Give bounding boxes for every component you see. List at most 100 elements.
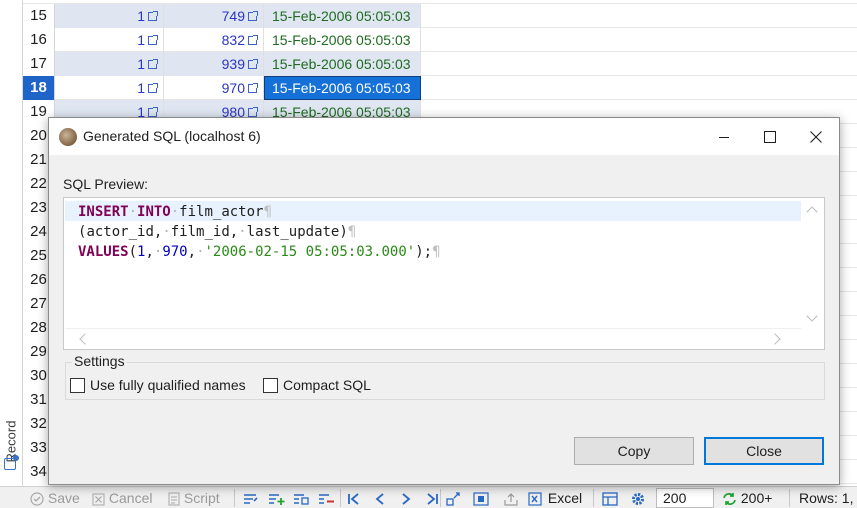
table-row[interactable]: 15 1 749 15-Feb-2006 05:05:03 (23, 4, 857, 28)
maximize-icon (764, 131, 776, 143)
fetch-more-button[interactable]: 200+ (722, 487, 772, 508)
open-reference-icon[interactable] (148, 83, 158, 93)
row-edit-tools (243, 487, 336, 508)
toolbar-divider (234, 489, 235, 507)
add-row-icon[interactable] (268, 492, 286, 506)
bottom-toolbar: Save Cancel Script Excel 200 200+ Rows: … (0, 486, 857, 508)
settings-label: Settings (72, 353, 127, 369)
last-row-icon[interactable] (425, 492, 439, 506)
dialog-titlebar[interactable]: Generated SQL (localhost 6) (49, 118, 839, 155)
sql-line: VALUES(1,·970,·'2006-02-15 05:05:03.000'… (78, 244, 441, 260)
edit-row-icon[interactable] (243, 492, 259, 506)
minimize-button[interactable] (701, 118, 747, 155)
close-icon (810, 131, 822, 143)
app-window: Record 15 1 749 15-Feb-2006 05:05:03 16 1 832 1… (0, 0, 857, 508)
minimize-icon (719, 137, 729, 138)
first-row-icon[interactable] (347, 492, 361, 506)
last-update-cell[interactable]: 15-Feb-2006 05:05:03 (264, 76, 421, 100)
record-side-panel: Record (0, 0, 23, 486)
scroll-down-icon[interactable] (806, 310, 818, 322)
save-label: Save (47, 490, 80, 506)
excel-icon (528, 492, 542, 506)
excel-label: Excel (547, 490, 583, 506)
scroll-up-icon[interactable] (806, 206, 818, 218)
checkbox-box[interactable] (70, 378, 85, 393)
open-reference-icon[interactable] (148, 35, 158, 45)
open-reference-icon[interactable] (248, 83, 258, 93)
row-number[interactable]: 15 (23, 4, 55, 28)
checkbox-box[interactable] (263, 378, 278, 393)
open-reference-icon[interactable] (248, 35, 258, 45)
film-id-cell[interactable]: 970 (164, 76, 264, 100)
horizontal-scrollbar[interactable] (65, 328, 801, 348)
fetch-more-label: 200+ (740, 490, 773, 506)
rows-count: Rows: 1, (799, 490, 854, 506)
delete-row-icon[interactable] (318, 492, 336, 506)
excel-button[interactable]: Excel (528, 487, 582, 508)
cancel-label: Cancel (108, 490, 153, 506)
sql-preview-editor[interactable]: INSERT·INTO·film_actor¶ (actor_id,·film_i… (63, 197, 825, 350)
generated-sql-dialog: Generated SQL (localhost 6) SQL Preview:… (48, 117, 840, 485)
film-id-cell[interactable]: 939 (164, 52, 264, 76)
sql-preview-label: SQL Preview: (63, 176, 149, 192)
record-tab[interactable]: Record (2, 408, 20, 478)
vertical-scrollbar[interactable] (801, 199, 823, 329)
copy-row-icon[interactable] (293, 492, 311, 506)
open-reference-icon[interactable] (148, 107, 158, 117)
record-icon (4, 455, 19, 470)
close-button[interactable]: Close (704, 437, 824, 465)
save-button[interactable]: Save (30, 487, 80, 508)
last-update-cell[interactable]: 15-Feb-2006 05:05:03 (264, 4, 421, 28)
row-number[interactable]: 16 (23, 28, 55, 52)
film-id-cell[interactable]: 749 (164, 4, 264, 28)
grid-settings-tools (602, 487, 646, 508)
script-button[interactable]: Script (168, 487, 220, 508)
script-icon (168, 492, 180, 506)
open-reference-icon[interactable] (148, 11, 158, 21)
scroll-right-icon[interactable] (769, 333, 781, 345)
fetch-size-input[interactable]: 200 (656, 488, 714, 508)
last-update-cell[interactable]: 15-Feb-2006 05:05:03 (264, 52, 421, 76)
app-logo-icon (59, 128, 77, 146)
panels-icon[interactable] (602, 492, 618, 506)
last-update-cell-value: 15-Feb-2006 05:05:03 (272, 56, 411, 72)
gear-icon[interactable] (630, 491, 646, 507)
export-icon[interactable] (503, 492, 519, 506)
actor-id-cell[interactable]: 1 (55, 76, 164, 100)
film-id-cell[interactable]: 832 (164, 28, 264, 52)
script-label: Script (183, 490, 220, 506)
last-update-cell-value: 15-Feb-2006 05:05:03 (272, 8, 411, 24)
toolbar-divider (440, 489, 441, 507)
toolbar-divider (593, 489, 594, 507)
next-row-icon[interactable] (399, 492, 413, 506)
check-circle-icon (30, 492, 44, 506)
film-id-cell-value: 832 (221, 32, 245, 48)
film-id-cell-value: 970 (221, 80, 245, 96)
close-window-button[interactable] (793, 118, 839, 155)
cancel-button[interactable]: Cancel (92, 487, 152, 508)
open-reference-icon[interactable] (248, 107, 258, 117)
table-row[interactable]: 16 1 832 15-Feb-2006 05:05:03 (23, 28, 857, 52)
previous-row-icon[interactable] (373, 492, 387, 506)
link-icon[interactable] (446, 492, 462, 506)
row-number[interactable]: 18 (23, 76, 55, 100)
fit-columns-icon[interactable] (473, 492, 489, 506)
sql-line: INSERT·INTO·film_actor¶ (78, 204, 272, 220)
copy-button[interactable]: Copy (574, 437, 694, 465)
open-reference-icon[interactable] (148, 59, 158, 69)
actor-id-cell-value: 1 (137, 32, 145, 48)
table-row[interactable]: 18 1 970 15-Feb-2006 05:05:03 (23, 76, 857, 100)
actor-id-cell[interactable]: 1 (55, 4, 164, 28)
fully-qualified-names-checkbox[interactable]: Use fully qualified names (70, 376, 246, 394)
row-number[interactable]: 17 (23, 52, 55, 76)
compact-sql-checkbox[interactable]: Compact SQL (263, 376, 371, 394)
table-row[interactable]: 17 1 939 15-Feb-2006 05:05:03 (23, 52, 857, 76)
actor-id-cell[interactable]: 1 (55, 28, 164, 52)
open-reference-icon[interactable] (248, 11, 258, 21)
actor-id-cell[interactable]: 1 (55, 52, 164, 76)
scroll-left-icon[interactable] (79, 333, 91, 345)
last-update-cell[interactable]: 15-Feb-2006 05:05:03 (264, 28, 421, 52)
open-reference-icon[interactable] (248, 59, 258, 69)
maximize-button[interactable] (747, 118, 793, 155)
navigation-tools (347, 487, 439, 508)
